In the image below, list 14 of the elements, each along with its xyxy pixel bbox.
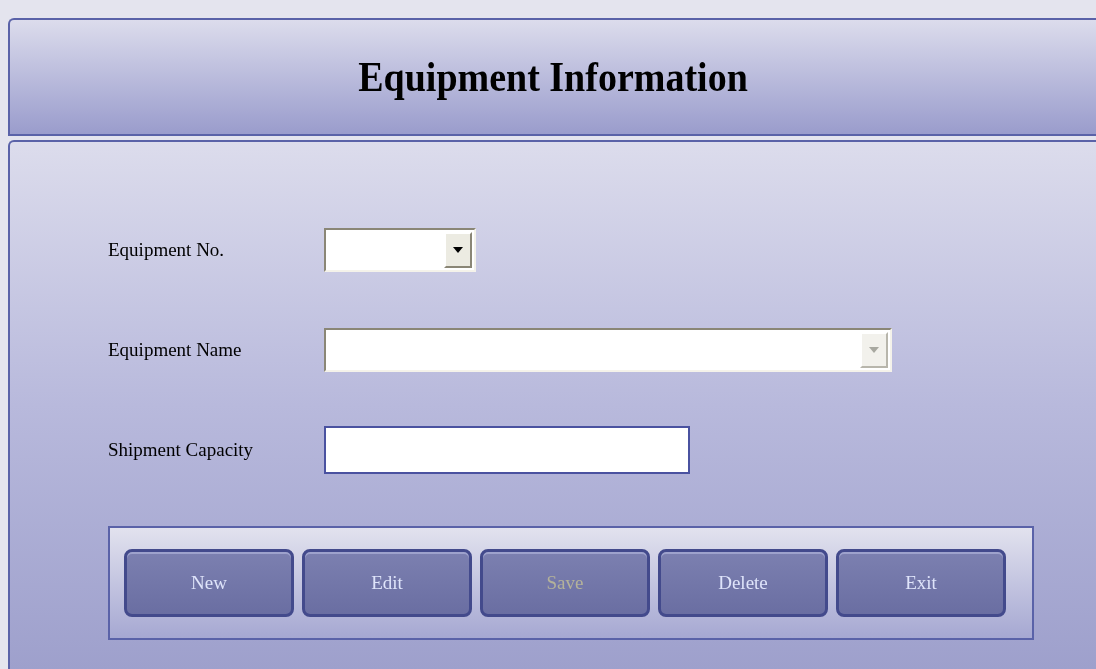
field-label: Equipment No. xyxy=(108,237,226,262)
action-button[interactable]: Exit xyxy=(836,549,1006,617)
dropdown-button[interactable] xyxy=(444,232,472,268)
window-title: Equipment Information xyxy=(358,52,748,102)
input-field[interactable] xyxy=(324,426,690,474)
caret-icon xyxy=(452,246,464,254)
caret-icon xyxy=(868,346,880,354)
field-label: Equipment Name xyxy=(108,337,243,362)
combo-box[interactable] xyxy=(324,228,476,272)
combo-box[interactable] xyxy=(324,328,892,372)
action-button[interactable]: Delete xyxy=(658,549,828,617)
field-label: Shipment Capacity xyxy=(108,437,255,462)
action-button[interactable]: New xyxy=(124,549,294,617)
action-button[interactable]: Edit xyxy=(302,549,472,617)
